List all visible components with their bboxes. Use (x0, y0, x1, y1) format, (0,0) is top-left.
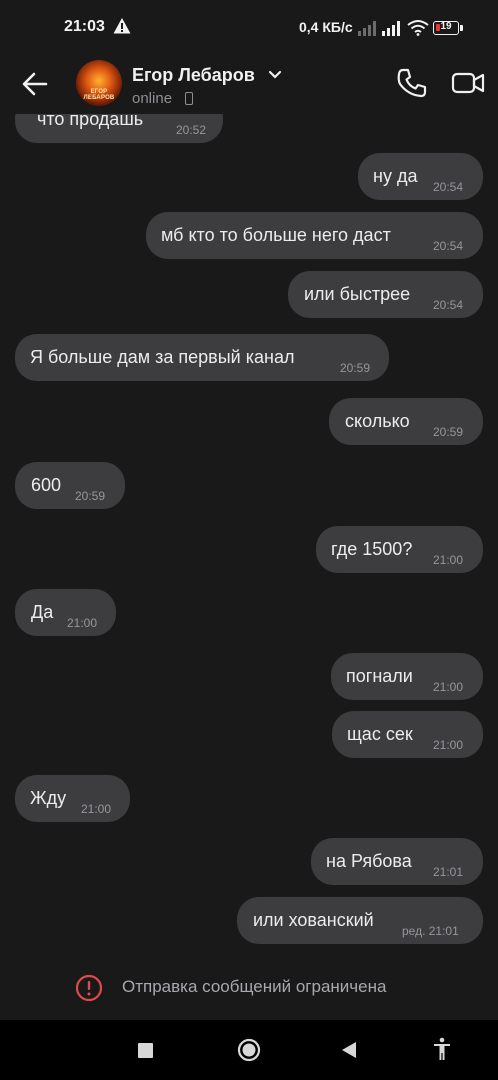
nav-back-button[interactable] (341, 1041, 357, 1059)
message-incoming[interactable]: Я больше дам за первый канал 20:59 (15, 334, 389, 381)
message-outgoing[interactable]: мб кто то больше него даст 20:54 (146, 212, 483, 259)
signal-icon (358, 21, 376, 36)
message-incoming[interactable]: Жду 21:00 (15, 775, 130, 822)
messaging-restricted-banner: Отправка сообщений ограничена (0, 966, 498, 1020)
contact-name[interactable]: Егор Лебаров (132, 65, 255, 86)
message-outgoing[interactable]: ну да 20:54 (358, 153, 483, 200)
battery-level: 19 (440, 21, 452, 32)
message-incoming[interactable]: что продашь 20:52 (15, 114, 223, 143)
video-camera-icon[interactable] (450, 66, 486, 100)
message-outgoing[interactable]: погнали 21:00 (331, 653, 483, 700)
message-outgoing[interactable]: на Рябова 21:01 (311, 838, 483, 885)
network-speed: 0,4 КБ/с (299, 19, 353, 35)
message-outgoing[interactable]: сколько 20:59 (329, 398, 483, 445)
system-nav-bar (0, 1020, 498, 1080)
warning-icon (113, 18, 131, 34)
avatar-logo-text: ЕГОР ЛЕБАРОВ (83, 89, 115, 101)
message-incoming[interactable]: Да 21:00 (15, 589, 116, 636)
accessibility-icon[interactable] (432, 1037, 452, 1061)
message-outgoing[interactable]: или быстрее 20:54 (288, 271, 483, 318)
message-outgoing[interactable]: или хованский ред. 21:01 (237, 897, 483, 944)
battery-icon: 19 (433, 21, 459, 35)
recents-button[interactable] (138, 1043, 153, 1058)
home-button[interactable] (237, 1038, 261, 1062)
signal-icon (382, 21, 400, 36)
avatar[interactable]: ЕГОР ЛЕБАРОВ (76, 60, 122, 106)
contact-status: online (132, 90, 173, 107)
message-outgoing[interactable]: щас сек 21:00 (332, 711, 483, 758)
phone-icon[interactable] (395, 66, 429, 100)
status-time: 21:03 (64, 18, 105, 35)
chat-header: ЕГОР ЛЕБАРОВ Егор Лебаров online (0, 52, 498, 114)
message-outgoing[interactable]: где 1500? 21:00 (316, 526, 483, 573)
restriction-text: Отправка сообщений ограничена (122, 977, 387, 996)
wifi-icon (407, 20, 429, 36)
mobile-device-icon (185, 92, 193, 105)
back-arrow-icon[interactable] (18, 66, 54, 102)
message-list[interactable]: что продашь 20:52 ну да 20:54 мб кто то … (0, 114, 498, 966)
message-incoming[interactable]: 600 20:59 (15, 462, 125, 509)
chevron-down-icon[interactable] (268, 70, 282, 80)
alert-circle-icon (75, 974, 103, 1002)
status-bar: 21:03 0,4 КБ/с 19 (0, 0, 498, 52)
